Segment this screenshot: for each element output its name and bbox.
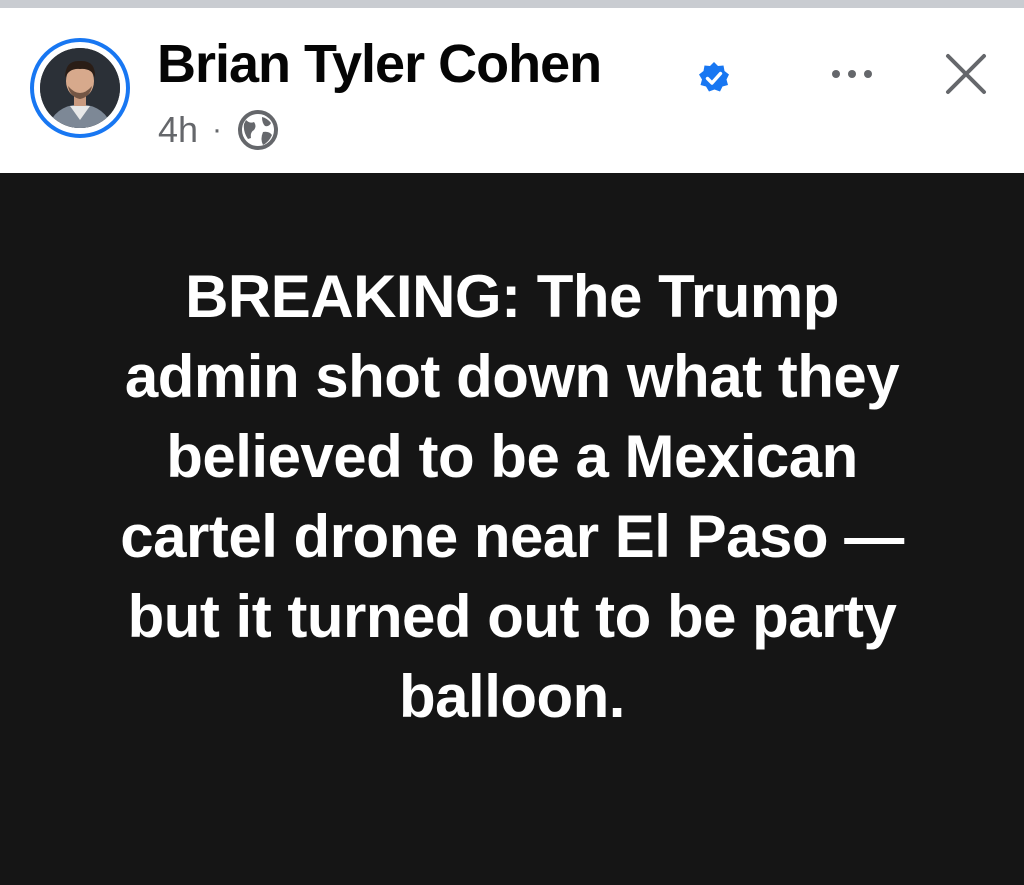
post-body-card[interactable]: BREAKING: The Trump admin shot down what…: [0, 173, 1024, 885]
post-meta: 4h ·: [158, 108, 280, 152]
meta-separator: ·: [212, 113, 223, 146]
post-header: Brian Tyler Cohen 4h ·: [0, 8, 1024, 173]
avatar-image: [40, 48, 120, 128]
globe-icon[interactable]: [236, 108, 280, 152]
top-divider: [0, 0, 1024, 8]
verified-badge-icon: [699, 62, 729, 92]
more-options-icon[interactable]: [828, 62, 876, 86]
author-name[interactable]: Brian Tyler Cohen: [157, 28, 602, 100]
profile-photo: [40, 48, 120, 128]
post-text: BREAKING: The Trump admin shot down what…: [120, 263, 904, 730]
timestamp[interactable]: 4h: [158, 109, 198, 151]
avatar[interactable]: [30, 38, 130, 138]
close-icon[interactable]: [944, 52, 988, 96]
